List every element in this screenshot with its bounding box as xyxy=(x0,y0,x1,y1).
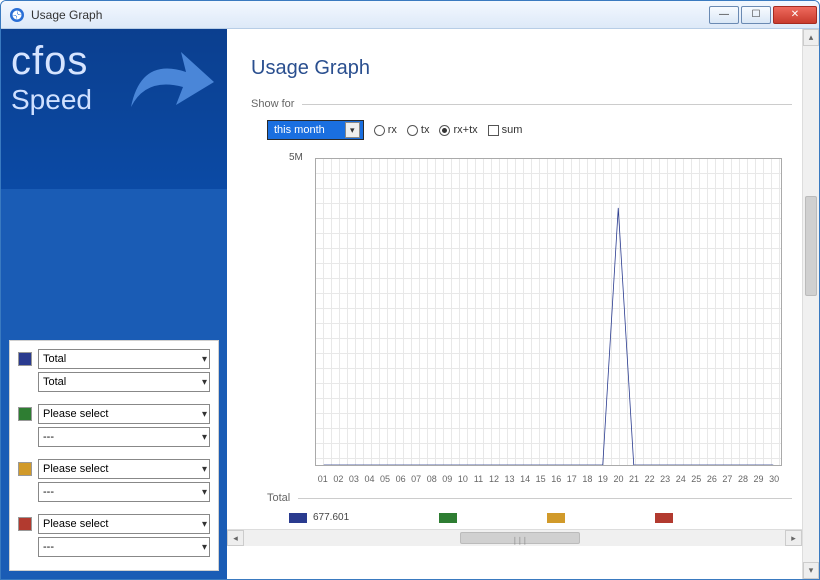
total-fieldset: Total xyxy=(267,492,792,504)
chart-xlabel: 01 xyxy=(315,474,331,484)
logo: cfos Speed xyxy=(11,39,217,169)
close-button[interactable]: ✕ xyxy=(773,6,817,24)
radio-rxtx[interactable]: rx+tx xyxy=(439,124,477,136)
chart-xlabel: 16 xyxy=(548,474,564,484)
period-selected-value: this month xyxy=(274,124,325,136)
series-4-primary-select[interactable]: Please select▾ xyxy=(38,514,210,534)
scroll-right-button[interactable]: ▸ xyxy=(785,530,802,546)
total-legend: Total xyxy=(267,492,290,504)
chart-xlabel: 23 xyxy=(657,474,673,484)
vscroll-thumb[interactable] xyxy=(805,196,817,296)
chart-xlabel: 21 xyxy=(626,474,642,484)
content: Usage Graph Show for this month ▾ rx tx … xyxy=(227,29,802,579)
period-select[interactable]: this month ▾ xyxy=(267,120,364,140)
minimize-button[interactable]: — xyxy=(709,6,739,24)
chart-xlabel: 02 xyxy=(331,474,347,484)
chevron-down-icon: ▾ xyxy=(202,377,207,388)
checkbox-sum[interactable]: sum xyxy=(488,124,523,136)
scroll-left-button[interactable]: ◂ xyxy=(227,530,244,546)
chart-xlabel: 19 xyxy=(595,474,611,484)
chart-grid xyxy=(315,158,782,466)
chart-xlabel: 06 xyxy=(393,474,409,484)
app-icon xyxy=(9,7,25,23)
chart-xlabel: 08 xyxy=(424,474,440,484)
chart-xlabel: 29 xyxy=(751,474,767,484)
chevron-down-icon: ▾ xyxy=(345,122,360,138)
chart-xlabel: 03 xyxy=(346,474,362,484)
chart-xlabel: 15 xyxy=(533,474,549,484)
chart-xlabel: 27 xyxy=(720,474,736,484)
series-3-primary-select[interactable]: Please select▾ xyxy=(38,459,210,479)
series-3-secondary-select[interactable]: ---▾ xyxy=(38,482,210,502)
chart-xlabel: 18 xyxy=(580,474,596,484)
series-swatch-2 xyxy=(18,407,32,421)
chart-xlabel: 10 xyxy=(455,474,471,484)
chart-svg xyxy=(316,159,781,465)
window-controls: — ☐ ✕ xyxy=(709,6,819,24)
app-window: Usage Graph — ☐ ✕ cfos Speed Total▾ xyxy=(0,0,820,580)
scroll-up-button[interactable]: ▴ xyxy=(803,29,819,46)
series-selector-panel: Total▾ Total▾ Please select▾ ---▾ xyxy=(9,340,219,571)
chart-xlabel: 25 xyxy=(689,474,705,484)
legend-item-1: 677.601 xyxy=(289,512,349,523)
vertical-scrollbar[interactable]: ▴ ▾ xyxy=(802,29,819,579)
chevron-down-icon: ▾ xyxy=(202,409,207,420)
series-swatch-4 xyxy=(18,517,32,531)
chevron-down-icon: ▾ xyxy=(202,487,207,498)
radio-rx[interactable]: rx xyxy=(374,124,397,136)
hscroll-track[interactable]: ∣∣∣ xyxy=(244,530,785,546)
chart-xlabel: 12 xyxy=(486,474,502,484)
legend-row: 677.601 xyxy=(289,512,792,523)
chart-xlabel: 30 xyxy=(766,474,782,484)
chart-xlabel: 13 xyxy=(502,474,518,484)
series-1-primary-select[interactable]: Total▾ xyxy=(38,349,210,369)
chart-xlabel: 24 xyxy=(673,474,689,484)
legend-item-2 xyxy=(439,513,457,523)
showfor-fieldset: Show for xyxy=(251,98,792,110)
chart-xlabel: 17 xyxy=(564,474,580,484)
chart-xlabel: 20 xyxy=(611,474,627,484)
radio-tx[interactable]: tx xyxy=(407,124,430,136)
series-1-secondary-select[interactable]: Total▾ xyxy=(38,372,210,392)
showfor-controls: this month ▾ rx tx rx+tx sum xyxy=(267,120,792,140)
chart-xlabel: 14 xyxy=(517,474,533,484)
vscroll-track[interactable] xyxy=(803,46,819,562)
hscroll-thumb[interactable]: ∣∣∣ xyxy=(460,532,580,544)
legend-item-3 xyxy=(547,513,565,523)
series-swatch-1 xyxy=(18,352,32,366)
chevron-down-icon: ▾ xyxy=(202,432,207,443)
chart: 5M 0102030405060708091011121314151617181… xyxy=(267,154,792,484)
chart-xlabels: 0102030405060708091011121314151617181920… xyxy=(315,474,782,484)
page-title: Usage Graph xyxy=(251,57,792,80)
chevron-down-icon: ▾ xyxy=(202,519,207,530)
chart-xlabel: 04 xyxy=(362,474,378,484)
content-wrap: Usage Graph Show for this month ▾ rx tx … xyxy=(227,29,819,579)
window-title: Usage Graph xyxy=(31,8,709,22)
maximize-button[interactable]: ☐ xyxy=(741,6,771,24)
horizontal-scrollbar[interactable]: ◂ ∣∣∣ ▸ xyxy=(227,529,802,546)
chart-ytick: 5M xyxy=(289,152,303,163)
series-2-primary-select[interactable]: Please select▾ xyxy=(38,404,210,424)
chevron-down-icon: ▾ xyxy=(202,354,207,365)
sidebar: cfos Speed Total▾ Total▾ xyxy=(1,29,227,579)
chart-xlabel: 09 xyxy=(440,474,456,484)
series-2-secondary-select[interactable]: ---▾ xyxy=(38,427,210,447)
chevron-down-icon: ▾ xyxy=(202,464,207,475)
series-4-secondary-select[interactable]: ---▾ xyxy=(38,537,210,557)
logo-arrow-icon xyxy=(126,47,216,117)
scroll-down-button[interactable]: ▾ xyxy=(803,562,819,579)
chart-xlabel: 28 xyxy=(735,474,751,484)
chart-xlabel: 05 xyxy=(377,474,393,484)
chart-xlabel: 22 xyxy=(642,474,658,484)
chart-xlabel: 26 xyxy=(704,474,720,484)
legend-item-4 xyxy=(655,513,673,523)
chart-xlabel: 07 xyxy=(408,474,424,484)
series-swatch-3 xyxy=(18,462,32,476)
chevron-down-icon: ▾ xyxy=(202,542,207,553)
chart-xlabel: 11 xyxy=(471,474,487,484)
titlebar: Usage Graph — ☐ ✕ xyxy=(1,1,819,29)
showfor-legend: Show for xyxy=(251,98,294,110)
